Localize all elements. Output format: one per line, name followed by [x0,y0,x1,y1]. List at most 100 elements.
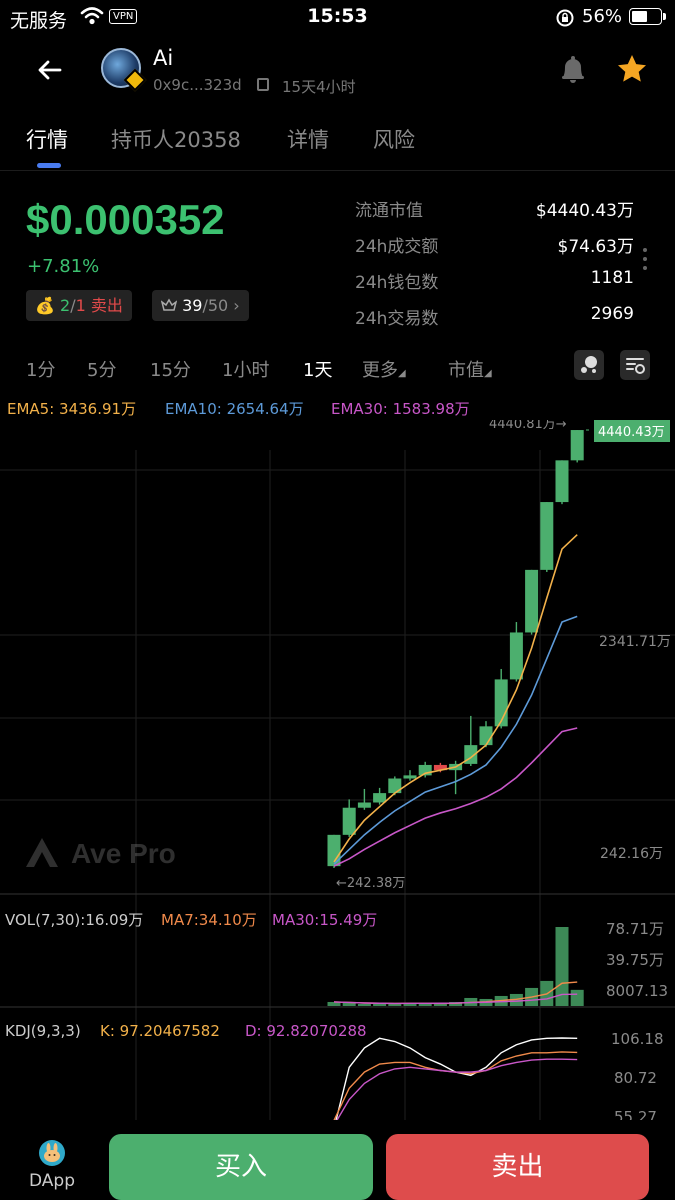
chart-grid [0,450,675,1120]
more-dots-icon[interactable] [643,248,649,275]
star-icon[interactable] [615,52,649,86]
tab-risk[interactable]: 风险 [373,124,415,154]
ema-lines [333,534,578,867]
vol-axis-mid: 39.75万 [606,951,664,969]
high-price-label: 4440.81万→ [489,420,567,432]
ema5-line [333,534,578,863]
kdj-axis-top: 106.18 [611,1030,664,1048]
bell-icon[interactable] [556,52,590,86]
battery-percent: 56% [582,6,623,27]
volume-bar [388,1003,402,1006]
back-arrow-icon[interactable] [34,54,66,86]
token-age: 15天4小时 [282,78,356,96]
dropdown-icon: ◢ [484,368,492,379]
tab-details[interactable]: 详情 [287,124,329,154]
status-bar: 无服务 VPN 15:53 56% [0,0,675,34]
kdj-label: KDJ(9,3,3) [5,1022,81,1040]
rank-pill[interactable]: 39/50 › [152,290,249,321]
chart-settings-button[interactable] [620,350,650,380]
timeframe-5m[interactable]: 5分 [87,356,116,382]
kdj-axis-low: 55.27 [614,1108,657,1120]
vol-ma30-label: MA30:15.49万 [272,911,377,929]
stat-value-trades: 2969 [590,304,634,324]
candle-body [555,460,569,503]
tab-market[interactable]: 行情 [26,124,68,154]
watermark-text: Ave Pro [71,838,176,869]
token-avatar [101,48,147,92]
chain-badge-icon [123,68,147,92]
ema30-line [333,727,578,867]
price-chart-area[interactable]: Ave Pro 4440.81万→ 4440.43万 2341.71万 242.… [0,417,675,1129]
vol-axis-low: 8007.13 [606,982,668,1000]
indicator-toggle-button[interactable] [574,350,604,380]
crown-icon [160,298,178,311]
candle-body [525,569,539,633]
active-tab-indicator [37,163,61,168]
candle-group [327,430,584,868]
vol-label: VOL(7,30):16.09万 [5,911,143,929]
candlestick-chart[interactable]: Ave Pro 4440.81万→ 4440.43万 2341.71万 242.… [0,417,675,1129]
dapp-icon [39,1140,65,1166]
sell-button[interactable]: 卖出 [386,1134,649,1200]
bubbles-icon [581,356,597,373]
rotation-lock-icon [556,9,574,27]
candle-body [403,775,417,779]
vol-axis-top: 78.71万 [606,920,664,938]
candle-body [479,726,493,746]
dapp-button[interactable]: DApp [26,1140,78,1191]
volume-bar [373,1003,387,1006]
timeframe-1h[interactable]: 1小时 [222,356,269,382]
buy-button[interactable]: 买入 [109,1134,373,1200]
ema30-label: EMA30: 1583.98万 [331,400,470,418]
stat-label-market-cap: 流通市值 [355,201,423,221]
kdj-d-label: D: 92.82070288 [245,1022,367,1040]
current-price-label: 4440.43万 [598,425,665,440]
money-bag-icon: 💰 [35,296,55,315]
buy-count: 2 [60,296,71,315]
rank-total: /50 [202,296,229,315]
axis-label-mid: 2341.71万 [599,634,671,650]
price-change: +7.81% [27,256,100,277]
settings-list-icon [626,358,645,374]
vol-ma7-label: MA7:34.10万 [161,911,257,929]
candle-body [373,793,387,803]
candle-body [540,502,554,570]
stat-value-wallets: 1181 [590,268,634,288]
divider [0,170,675,171]
tab-holders[interactable]: 持币人20358 [111,124,241,154]
battery-icon [629,8,666,25]
candle-body [509,632,523,680]
chevron-right-icon: › [233,296,240,315]
rank-value: 39 [182,296,203,315]
kdj-k-label: K: 97.20467582 [100,1022,220,1040]
token-address: 0x9c...323d [153,76,242,94]
axis-label-low: 242.16万 [600,846,663,862]
dapp-label: DApp [28,1171,75,1191]
low-price-label: ←242.38万 [336,876,405,891]
volume-bar [357,1003,371,1006]
volume-bar [570,989,584,1006]
timeframe-15m[interactable]: 15分 [150,356,191,382]
ema10-label: EMA10: 2654.64万 [165,400,304,418]
copy-icon[interactable] [257,78,269,91]
sell-count: 1 [75,296,86,315]
timeframe-more[interactable]: 更多◢ [362,356,406,382]
watermark: Ave Pro [26,838,176,869]
kdj-k-line [333,1051,578,1121]
timeframe-1m[interactable]: 1分 [26,356,55,382]
timeframe-1d[interactable]: 1天 [303,356,332,382]
dropdown-icon: ◢ [398,368,406,379]
stat-label-volume: 24h成交额 [355,237,439,257]
volume-bars [327,927,584,1006]
stat-value-volume: $74.63万 [557,237,634,257]
stat-label-trades: 24h交易数 [355,309,439,329]
current-price: $0.000352 [26,196,225,243]
trades-pill[interactable]: 💰 2/1 卖出 [26,290,132,321]
stat-label-wallets: 24h钱包数 [355,273,439,293]
kdj-lines [333,1037,578,1129]
ema5-label: EMA5: 3436.91万 [7,400,137,418]
token-name: Ai [153,46,174,70]
metric-select[interactable]: 市值◢ [448,356,492,382]
candle-body [570,430,584,461]
bottom-action-bar: DApp 买入 卖出 [0,1120,675,1200]
